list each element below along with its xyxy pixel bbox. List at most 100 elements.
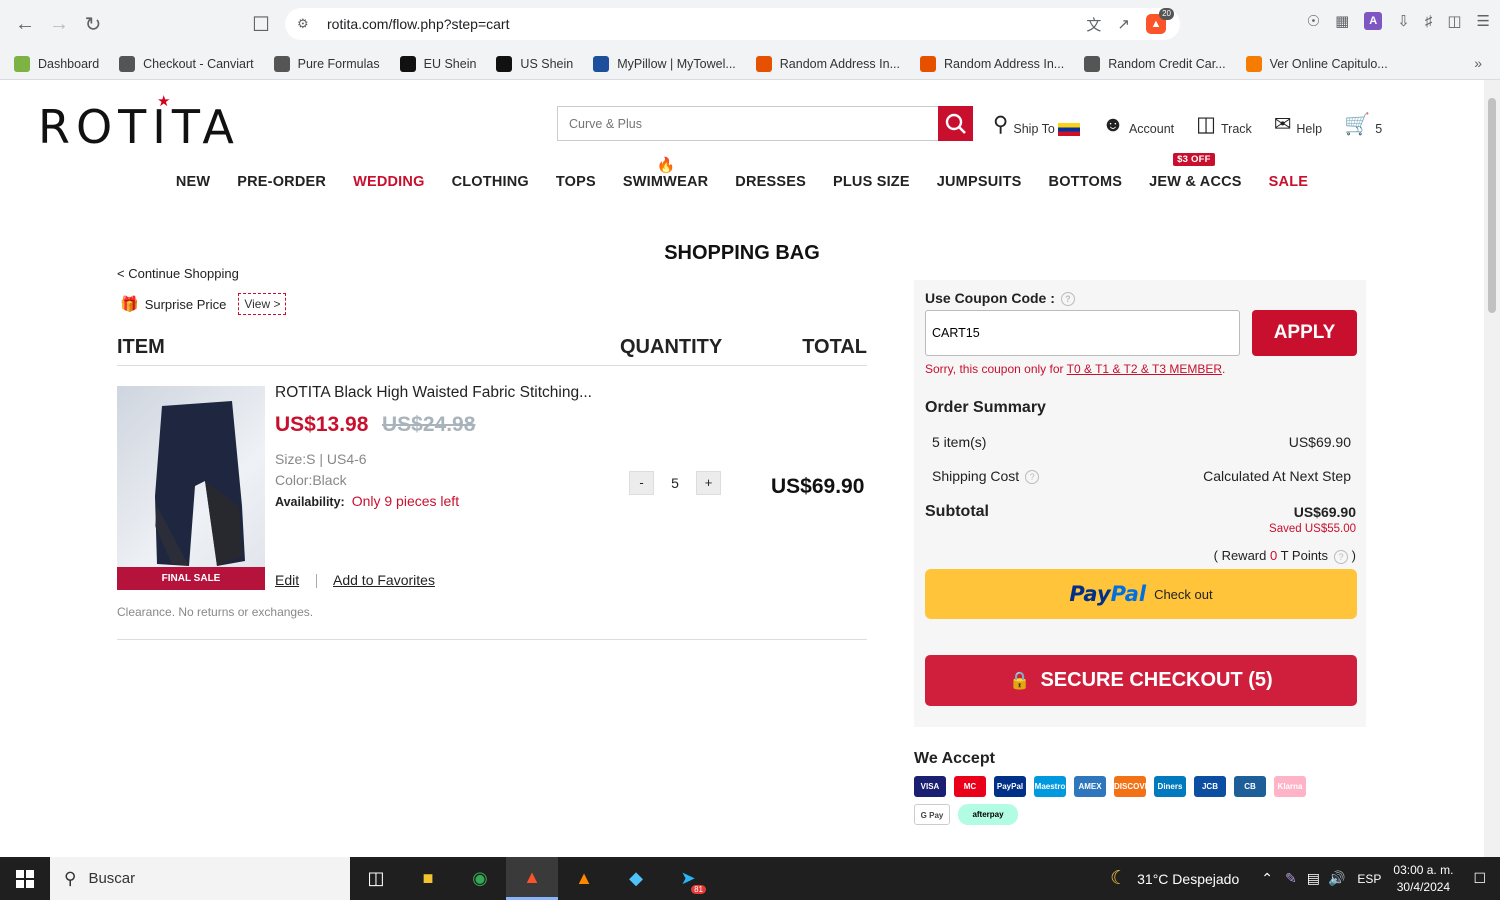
mc-icon: MC <box>954 776 986 797</box>
product-image[interactable]: FINAL SALE <box>117 386 265 590</box>
track-label: Track <box>1220 122 1252 136</box>
search-input[interactable] <box>569 116 938 131</box>
windows-taskbar: ⚲ Buscar ◫ ■ ◉ ▲ ▲ ◆ ➤ 81 ☾ 31°C Despejad… <box>0 857 1500 900</box>
address-bar[interactable]: ⚙ rotita.com/flow.php?step=cart 文 ↗ ▲ 20 <box>285 8 1180 40</box>
bookmark-item[interactable]: Checkout - Canviart <box>119 55 254 72</box>
bookmark-icon[interactable]: ☐ <box>244 7 278 41</box>
nav-item-new[interactable]: NEW <box>176 174 210 190</box>
nav-item-jew-accs[interactable]: JEW & ACCS $3 OFF <box>1149 153 1242 190</box>
location-pin-icon: ⚲ <box>993 113 1009 136</box>
translate-icon[interactable]: 文 <box>1086 14 1101 35</box>
search-box[interactable] <box>557 106 939 141</box>
bookmark-item[interactable]: MyPillow | MyTowel... <box>593 55 736 72</box>
nav-item-sale[interactable]: SALE <box>1269 174 1308 190</box>
nav-item-bottoms[interactable]: BOTTOMS <box>1049 174 1123 190</box>
coupon-help-icon[interactable]: ? <box>1060 292 1075 307</box>
nav-item-label: TOPS <box>555 174 596 190</box>
nav-item-jumpsuits[interactable]: JUMPSUITS <box>937 174 1022 190</box>
file-explorer-icon[interactable]: ■ <box>402 857 454 900</box>
weather-text[interactable]: 31°C Despejado <box>1137 871 1239 887</box>
pen-icon[interactable]: ✎ <box>1285 870 1297 887</box>
forward-icon[interactable]: → <box>42 7 76 41</box>
sidebar-icon[interactable]: ◫ <box>1447 12 1461 30</box>
secure-checkout-button[interactable]: 🔒 SECURE CHECKOUT (5) <box>925 655 1357 706</box>
download-icon[interactable]: ⇩ <box>1397 12 1410 30</box>
paypal-checkout-button[interactable]: PayPal Check out <box>925 569 1357 619</box>
task-view-icon[interactable]: ◫ <box>350 857 402 900</box>
bookmark-item[interactable]: Pure Formulas <box>273 55 380 72</box>
bookmark-item[interactable]: Random Address In... <box>919 55 1064 72</box>
site-logo[interactable]: ROTITA <box>38 100 240 154</box>
brave-icon[interactable]: ▲ <box>506 857 558 900</box>
url-text[interactable]: rotita.com/flow.php?step=cart <box>327 16 510 32</box>
subtotal-value: US$69.90 <box>1293 504 1356 520</box>
reward-help-icon[interactable]: ? <box>1334 549 1349 564</box>
more-bookmarks-icon[interactable]: » <box>1474 55 1482 71</box>
cart-icon: 🛒 <box>1344 113 1371 136</box>
help-link[interactable]: ✉ Help <box>1274 114 1322 137</box>
shipping-help-icon[interactable]: ? <box>1025 470 1040 485</box>
reload-icon[interactable]: ↻ <box>76 7 110 41</box>
puzzle-icon[interactable]: ♯ <box>1425 13 1433 30</box>
telegram-badge: 81 <box>691 885 706 894</box>
quantity-decrease-button[interactable]: - <box>629 471 654 495</box>
bookmark-item[interactable]: US Shein <box>496 55 573 72</box>
back-icon[interactable]: ← <box>8 7 42 41</box>
nav-item-plus-size[interactable]: PLUS SIZE <box>833 174 910 190</box>
nav-item-pre-order[interactable]: PRE-ORDER <box>237 174 326 190</box>
coupon-input[interactable] <box>925 310 1240 356</box>
product-name[interactable]: ROTITA Black High Waisted Fabric Stitchi… <box>275 384 592 402</box>
surprise-view-button[interactable]: View > <box>238 293 287 315</box>
bookmark-item[interactable]: Random Address In... <box>755 55 900 72</box>
telegram-icon[interactable]: ➤ 81 <box>662 857 714 900</box>
quantity-value[interactable]: 5 <box>660 475 690 491</box>
chevron-up-icon[interactable]: ⌃ <box>1261 870 1273 887</box>
clock[interactable]: 03:00 a. m. 30/4/2024 <box>1393 862 1453 896</box>
brave-shields-icon[interactable]: ▲ 20 <box>1146 8 1174 34</box>
bookmark-item[interactable]: Dashboard <box>14 55 99 72</box>
share-icon[interactable]: ↗ <box>1117 15 1130 33</box>
account-link[interactable]: ☻ Account <box>1102 114 1174 137</box>
site-info-icon[interactable]: ⚙ <box>297 16 317 32</box>
taskbar-search[interactable]: ⚲ Buscar <box>50 857 350 900</box>
scrollbar-thumb[interactable] <box>1488 98 1496 313</box>
cart-link[interactable]: 🛒 5 <box>1344 113 1383 137</box>
apply-button[interactable]: APPLY <box>1252 310 1357 356</box>
nav-item-swimwear[interactable]: SWIMWEAR 🔥 <box>623 157 708 190</box>
member-tier-link[interactable]: T0 & T1 & T2 & T3 MEMBER <box>1067 362 1222 376</box>
continue-shopping-link[interactable]: < Continue Shopping <box>117 266 239 281</box>
add-to-favorites-link[interactable]: Add to Favorites <box>333 572 435 588</box>
track-link[interactable]: ◫ Track <box>1196 114 1252 137</box>
ship-to-link[interactable]: ⚲ Ship To <box>993 114 1080 136</box>
bookmark-label: Ver Online Capitulo... <box>1269 56 1388 71</box>
app-icon[interactable]: ◆ <box>610 857 662 900</box>
nav-item-label: BOTTOMS <box>1048 174 1123 190</box>
nav-item-dresses[interactable]: DRESSES <box>735 174 806 190</box>
nav-item-tops[interactable]: TOPS <box>556 174 596 190</box>
menu-icon[interactable]: ☰ <box>1477 12 1490 30</box>
chrome-icon[interactable]: ◉ <box>454 857 506 900</box>
search-button[interactable] <box>938 106 973 141</box>
edit-link[interactable]: Edit <box>275 572 299 588</box>
cart-count: 5 <box>1375 122 1383 136</box>
nav-item-clothing[interactable]: CLOTHING <box>452 174 529 190</box>
notifications-icon[interactable]: ☐ <box>1473 870 1486 887</box>
extension-grid-icon[interactable]: ▦ <box>1335 12 1349 30</box>
page-scrollbar[interactable] <box>1484 80 1500 857</box>
quantity-increase-button[interactable]: + <box>696 471 721 495</box>
vlc-icon[interactable]: ▲ <box>558 857 610 900</box>
rewards-icon[interactable]: ☉ <box>1307 12 1320 30</box>
order-summary-title: Order Summary <box>925 399 1046 416</box>
bookmark-item[interactable]: Ver Online Capitulo... <box>1245 55 1388 72</box>
language-indicator[interactable]: ESP <box>1357 872 1381 886</box>
coupon-error-end: . <box>1222 362 1226 376</box>
network-icon[interactable]: ▤ <box>1307 870 1320 887</box>
extension-a-icon[interactable]: A <box>1364 12 1383 30</box>
volume-icon[interactable]: 🔊 <box>1328 870 1345 887</box>
windows-start-icon[interactable] <box>0 857 50 900</box>
nav-item-label: WEDDING <box>353 174 425 190</box>
bookmark-item[interactable]: Random Credit Car... <box>1084 55 1226 72</box>
bookmark-item[interactable]: EU Shein <box>399 55 476 72</box>
nav-item-wedding[interactable]: WEDDING <box>353 174 424 190</box>
item-header: ITEM <box>117 336 165 358</box>
